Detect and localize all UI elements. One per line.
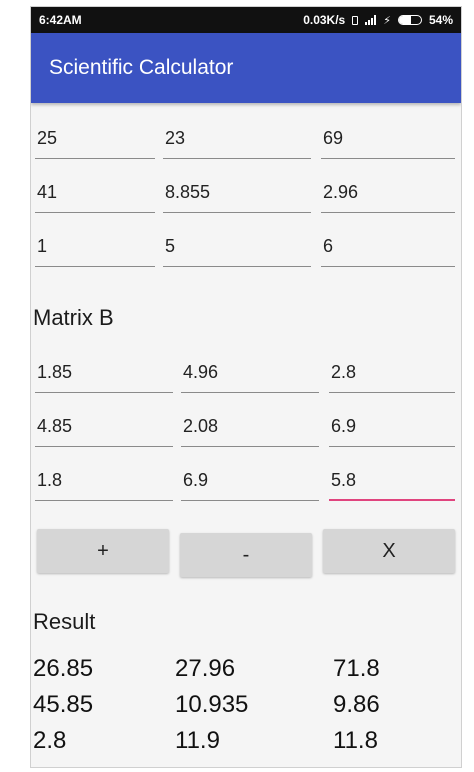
matrix-a-cell-3-2[interactable] xyxy=(163,233,311,267)
network-speed: 0.03K/s xyxy=(303,13,346,27)
signal-icon xyxy=(365,15,377,25)
battery-fill xyxy=(398,16,411,24)
matrix-a-cell-2-2[interactable] xyxy=(163,179,311,213)
multiply-button[interactable]: X xyxy=(323,529,455,573)
sim-icon xyxy=(352,15,359,25)
matrix-b-cell-3-1[interactable] xyxy=(35,467,173,501)
matrix-a-cell-3-3[interactable] xyxy=(321,233,455,267)
matrix-b-cell-2-2[interactable] xyxy=(181,413,319,447)
result-cell-3-3: 11.8 xyxy=(333,727,378,754)
matrix-a-row-3 xyxy=(31,233,461,267)
matrix-b-row-1 xyxy=(31,359,461,393)
status-bar: 6:42AM 0.03K/s ⚡ 54% xyxy=(31,7,461,33)
matrix-b-cell-1-3[interactable] xyxy=(329,359,455,393)
matrix-a-cell-2-1[interactable] xyxy=(35,179,155,213)
matrix-a-cell-2-3[interactable] xyxy=(321,179,455,213)
charging-icon: ⚡ xyxy=(383,14,391,27)
result-cell-1-2: 27.96 xyxy=(175,655,236,682)
result-cell-3-2: 11.9 xyxy=(175,727,220,754)
app-bar: Scientific Calculator xyxy=(31,33,461,103)
matrix-b-cell-3-2[interactable] xyxy=(181,467,319,501)
result-cell-1-3: 71.8 xyxy=(333,655,380,682)
battery-percent: 54% xyxy=(428,13,453,27)
result-cell-2-2: 10.935 xyxy=(175,691,249,718)
matrix-a-row-1 xyxy=(31,125,461,159)
result-cell-1-1: 26.85 xyxy=(33,655,94,682)
status-indicators: 0.03K/s ⚡ 54% xyxy=(303,13,453,27)
matrix-a-cell-1-1[interactable] xyxy=(35,125,155,159)
matrix-b-cell-3-3[interactable] xyxy=(329,467,455,501)
battery-icon xyxy=(397,15,422,25)
matrix-b-label: Matrix B xyxy=(33,305,114,330)
result-label: Result xyxy=(33,609,96,634)
matrix-a-cell-1-2[interactable] xyxy=(163,125,311,159)
add-button[interactable]: + xyxy=(37,529,169,573)
app-title: Scientific Calculator xyxy=(49,56,234,79)
phone-screen: 6:42AM 0.03K/s ⚡ 54% Scientific Calculat… xyxy=(30,6,462,768)
matrix-a-row-2 xyxy=(31,179,461,213)
matrix-b-cell-1-2[interactable] xyxy=(181,359,319,393)
matrix-b-cell-2-3[interactable] xyxy=(329,413,455,447)
matrix-b-row-3 xyxy=(31,467,461,501)
status-time: 6:42AM xyxy=(39,13,82,27)
result-cell-3-1: 2.8 xyxy=(33,727,67,754)
matrix-b-cell-2-1[interactable] xyxy=(35,413,173,447)
result-cell-2-1: 45.85 xyxy=(33,691,94,718)
matrix-b-cell-1-1[interactable] xyxy=(35,359,173,393)
subtract-button[interactable]: - xyxy=(180,533,312,577)
matrix-b-row-2 xyxy=(31,413,461,447)
matrix-a-cell-1-3[interactable] xyxy=(321,125,455,159)
result-cell-2-3: 9.86 xyxy=(333,691,380,718)
matrix-a-cell-3-1[interactable] xyxy=(35,233,155,267)
